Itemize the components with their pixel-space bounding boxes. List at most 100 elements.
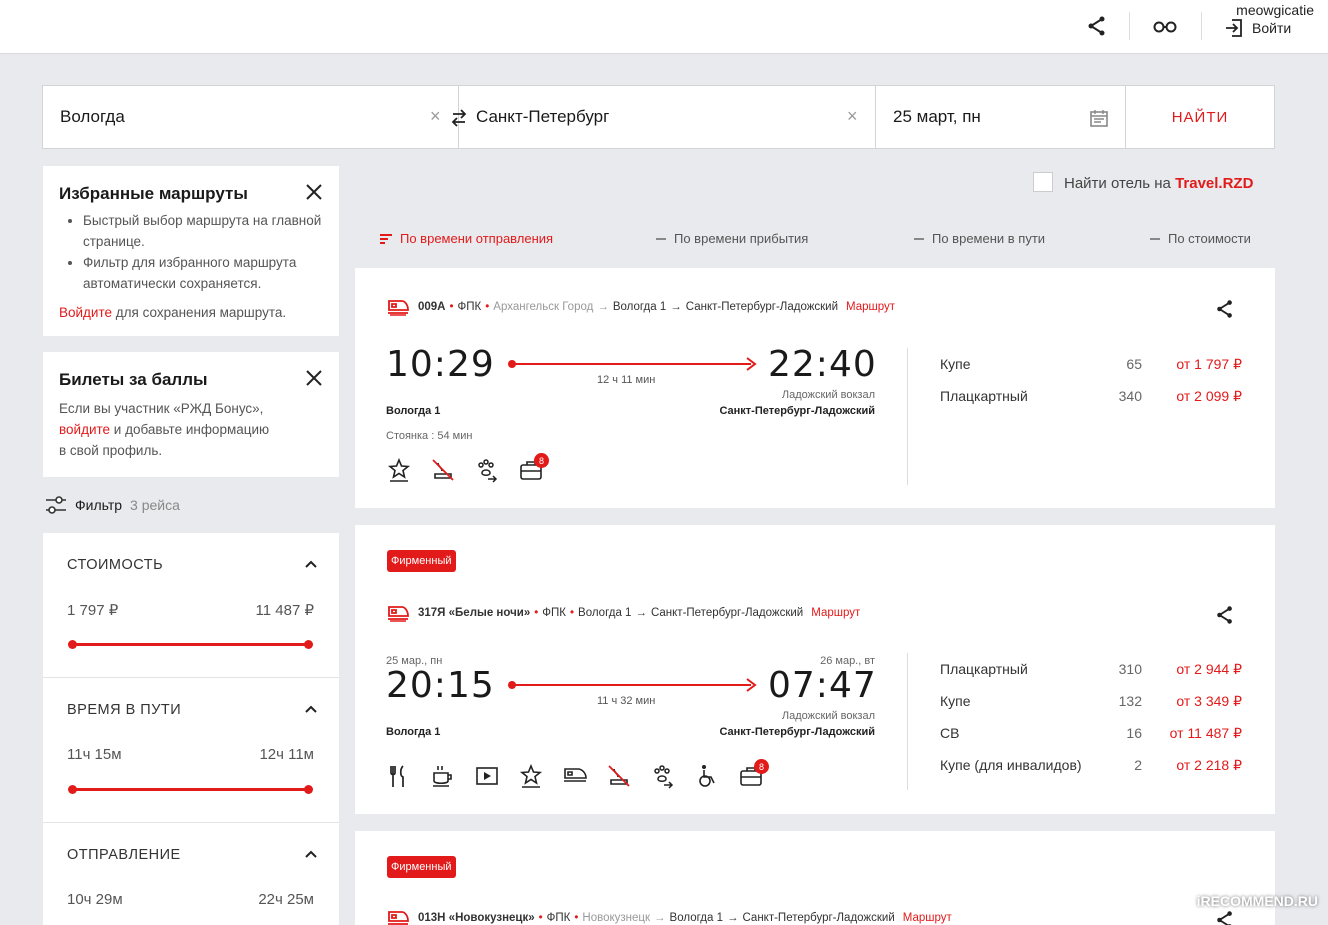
chevron-up-icon[interactable]	[305, 559, 317, 569]
class-row[interactable]: СВ 16 от 11 487 ₽	[940, 725, 1242, 757]
route-link[interactable]: Маршрут	[903, 912, 952, 924]
to-field[interactable]: Санкт-Петербург	[476, 86, 609, 148]
arrow-icon	[746, 678, 757, 692]
bonus-panel: Билеты за баллы Если вы участник «РЖД Бо…	[43, 352, 339, 477]
train-card[interactable]: Фирменный 317Я «Белые ночи» • ФПК • Вологд…	[355, 525, 1275, 814]
train-card[interactable]: Фирменный 013Н «Новокузнецк» • ФПК • Новок…	[355, 831, 1275, 925]
travel-rzd-link[interactable]: Travel.RZD	[1175, 175, 1253, 192]
departure-station: Вологда 1	[386, 405, 441, 417]
glasses-icon[interactable]	[1152, 14, 1178, 38]
favorites-login-text: для сохранения маршрута.	[112, 305, 287, 320]
calendar-icon[interactable]	[1089, 108, 1109, 128]
seats-count: 65	[1126, 356, 1142, 372]
class-list: Плацкартный 310 от 2 944 ₽ Купе 132 от 3 349…	[940, 661, 1242, 789]
class-row[interactable]: Купе (для инвалидов) 2 от 2 218 ₽	[940, 757, 1242, 789]
filter-label: Фильтр	[75, 497, 123, 513]
branded-badge: Фирменный	[387, 856, 456, 878]
slider-min-handle[interactable]	[68, 785, 77, 794]
favorites-bullet: Быстрый выбор маршрута на главной страни…	[83, 210, 323, 252]
favorites-panel: Избранные маршруты Быстрый выбор маршрут…	[43, 166, 339, 336]
filter-toggle[interactable]: Фильтр 3 рейса	[45, 495, 180, 515]
video-icon	[476, 767, 498, 785]
carrier: ФПК	[546, 912, 571, 924]
slider-max-handle[interactable]	[304, 785, 313, 794]
seats-count: 132	[1118, 693, 1142, 709]
class-name: СВ	[940, 725, 960, 741]
sort-by-price[interactable]: По стоимости	[1150, 231, 1251, 246]
search-bar: Вологда × Санкт-Петербург × 25 март, пн …	[42, 85, 1275, 149]
route-from: Вологда 1	[578, 607, 632, 619]
seats-count: 16	[1126, 725, 1142, 741]
bonus-line-1: Если вы участник «РЖД Бонус»,	[59, 401, 264, 416]
bonus-line-2: войдите и добавьте информацию	[59, 419, 329, 440]
origin-station: Архангельск Город	[493, 301, 594, 313]
train-card[interactable]: 009А • ФПК • Архангельск Город → Вологда 1 →…	[355, 268, 1275, 508]
duration: 11 ч 32 мин	[597, 695, 656, 707]
train-icon	[386, 298, 410, 316]
clear-to-icon[interactable]: ×	[847, 106, 858, 127]
train-type-icon	[564, 768, 587, 782]
top-bar: meowgicatie Войти	[0, 0, 1328, 54]
route-link[interactable]: Маршрут	[811, 607, 860, 619]
restaurant-icon	[390, 765, 404, 787]
favorites-list: Быстрый выбор маршрута на главной страни…	[43, 210, 323, 294]
sort-label: По времени отправления	[400, 231, 554, 246]
timeline	[515, 363, 751, 365]
close-icon[interactable]	[305, 183, 323, 201]
bonus-title: Билеты за баллы	[59, 370, 208, 389]
swap-icon[interactable]	[451, 107, 467, 129]
star-icon	[387, 457, 411, 482]
sort-by-departure[interactable]: По времени отправления	[380, 231, 553, 246]
sort-label: По времени в пути	[932, 231, 1046, 246]
divider	[1201, 12, 1202, 40]
filter-section-title: ВРЕМЯ В ПУТИ	[67, 702, 182, 718]
amenities	[386, 763, 764, 789]
login-link[interactable]: Войдите	[59, 305, 112, 320]
duration-slider-track	[73, 788, 309, 791]
class-row[interactable]: Купе 132 от 3 349 ₽	[940, 693, 1242, 725]
close-icon[interactable]	[305, 369, 323, 387]
dash-icon	[914, 237, 924, 240]
find-button[interactable]: НАЙТИ	[1125, 86, 1275, 148]
date-field[interactable]: 25 март, пн	[893, 86, 981, 148]
watermark: iRECOMMEND.RU	[1196, 893, 1318, 909]
sort-by-duration[interactable]: По времени в пути	[914, 231, 1045, 246]
slider-max-handle[interactable]	[304, 640, 313, 649]
sort-by-arrival[interactable]: По времени прибытия	[656, 231, 808, 246]
hotel-checkbox[interactable]	[1033, 172, 1053, 192]
login-button[interactable]: Войти	[1224, 18, 1291, 38]
carrier: ФПК	[457, 301, 482, 313]
star-icon	[519, 763, 543, 788]
chevron-up-icon[interactable]	[305, 704, 317, 714]
slider-min-handle[interactable]	[68, 640, 77, 649]
class-row[interactable]: Плацкартный 310 от 2 944 ₽	[940, 661, 1242, 693]
share-icon[interactable]	[1085, 14, 1109, 38]
share-icon[interactable]	[1214, 909, 1236, 925]
departure-time: 20:15	[386, 665, 495, 706]
sort-icon	[380, 233, 392, 244]
dash-icon	[656, 237, 666, 240]
class-name: Купе	[940, 693, 971, 709]
origin-station: Новокузнецк	[582, 912, 651, 924]
class-price: от 3 349 ₽	[1176, 693, 1242, 709]
class-price: от 2 099 ₽	[1176, 388, 1242, 404]
bonus-login-link[interactable]: войдите	[59, 422, 110, 437]
clear-from-icon[interactable]: ×	[430, 106, 441, 127]
from-field[interactable]: Вологда	[60, 86, 125, 148]
share-icon[interactable]	[1214, 298, 1236, 320]
class-row[interactable]: Плацкартный 340 от 2 099 ₽	[940, 388, 1242, 420]
chevron-up-icon[interactable]	[305, 849, 317, 859]
route-link[interactable]: Маршрут	[846, 301, 895, 313]
price-slider-track	[73, 643, 309, 646]
hotel-label: Найти отель на Travel.RZD	[1064, 175, 1253, 192]
filter-max: 11 487 ₽	[255, 602, 314, 619]
arrival-station: Санкт-Петербург-Ладожский	[719, 726, 875, 738]
class-row[interactable]: Купе 65 от 1 797 ₽	[940, 356, 1242, 388]
class-price: от 11 487 ₽	[1169, 725, 1242, 741]
share-icon[interactable]	[1214, 604, 1236, 626]
dash-icon	[1150, 237, 1160, 240]
departure-time: 10:29	[386, 344, 495, 385]
pet-icon	[654, 765, 674, 789]
train-number: 317Я «Белые ночи»	[418, 607, 531, 619]
arrival-time: 22:40	[768, 344, 877, 385]
